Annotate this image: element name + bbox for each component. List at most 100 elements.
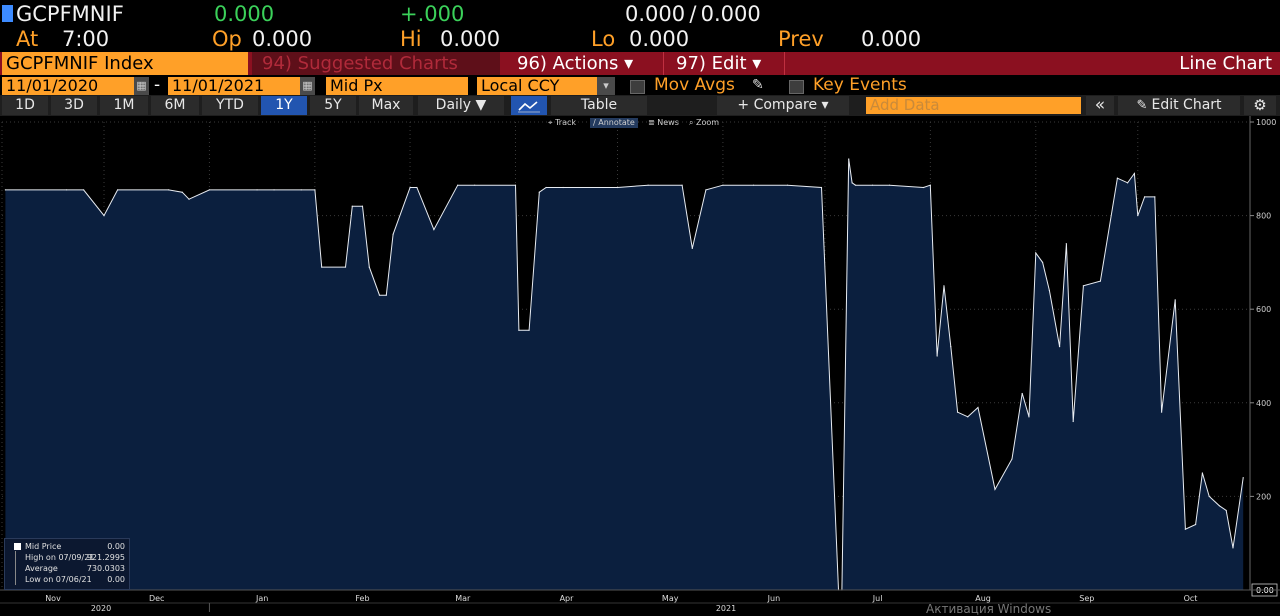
data-point [256,189,258,191]
high-label: Hi [400,27,422,51]
track-label: Track [555,118,576,127]
chart-type-label[interactable]: Line Chart [1179,52,1272,75]
data-point [1225,509,1227,512]
price-chart[interactable]: 200 400 600 800 1000 0.00 Nov Dec Jan Feb Mar Apr Ma… [0,116,1280,612]
end-date-field[interactable]: 11/01/2021 [168,77,300,95]
suggested-charts-button[interactable]: 94) Suggested Charts [252,52,500,75]
legend-mid-price-value: 0.00 [107,542,125,551]
data-point [361,205,364,207]
field-selector[interactable]: Mid Px [326,77,468,95]
data-point [1218,505,1220,507]
calendar-icon[interactable]: ▦ [134,77,149,95]
gear-icon[interactable]: ⚙ [1244,96,1276,115]
data-point [888,184,891,186]
data-point [1041,261,1044,263]
pencil-icon[interactable]: ✎ [752,76,764,95]
table-button[interactable]: Table [551,96,647,115]
ticker-symbol[interactable]: GCPFMNIF [16,1,124,27]
x-tick-label: Sep [1079,594,1094,603]
y-tick-label: 200 [1256,492,1271,501]
data-point [922,186,925,189]
x-tick-label: Mar [455,594,471,603]
range-max-button[interactable]: Max [359,96,413,115]
x-tick-label: Jun [767,594,781,603]
edit-chart-label: Edit Chart [1151,97,1222,113]
data-point [181,191,183,193]
x-tick-label: Jul [872,594,883,603]
data-point [681,184,683,186]
data-point [416,186,418,189]
mov-avgs-checkbox[interactable] [630,80,645,94]
data-point [300,189,302,191]
data-point [518,329,520,331]
prev-label: Prev [778,27,824,51]
data-point [273,189,275,191]
data-point [545,186,547,189]
data-point [943,285,945,287]
data-point [1058,346,1061,348]
zoom-tool[interactable]: ⌕ Zoom [689,118,719,128]
add-data-input[interactable]: Add Data [866,97,1081,114]
y-tick-label: 1000 [1256,118,1276,127]
data-point [392,233,394,235]
legend-mid-price-label: Mid Price [25,542,62,551]
data-point [1242,477,1244,479]
x-tick-label: Nov [45,594,61,603]
x-tick-label: Feb [355,594,369,603]
range-6m-button[interactable]: 6M [151,96,199,115]
data-point [1072,420,1074,423]
news-tool[interactable]: ≣ News [648,118,679,128]
data-point [950,346,952,348]
y-tick-label: 400 [1256,399,1271,408]
calendar-icon[interactable]: ▦ [300,77,315,95]
range-ytd-button[interactable]: YTD [202,96,258,115]
chevron-down-icon[interactable]: ▾ [597,77,615,95]
data-point [1184,528,1186,530]
data-point [1154,196,1156,198]
at-label: At [16,27,39,51]
annotate-tool[interactable]: ∕ Annotate [590,118,638,128]
data-point [368,266,370,268]
mov-avgs-label: Mov Avgs [654,75,735,95]
compare-button[interactable]: + Compare ▾ [717,96,849,115]
y-tick-label: 600 [1256,305,1271,314]
collapse-button[interactable]: « [1086,96,1114,115]
data-point [1232,547,1234,549]
key-events-checkbox[interactable] [789,80,804,94]
data-point [705,189,707,191]
security-field[interactable]: GCPFMNIF Index [2,52,248,75]
menu-bar: GCPFMNIF Index 94) Suggested Charts 96) … [0,52,1280,75]
range-3d-button[interactable]: 3D [51,96,97,115]
edit-chart-button[interactable]: ✎ Edit Chart [1118,96,1240,115]
menu-divider [663,52,664,75]
data-point [562,186,564,189]
track-tool[interactable]: ⌖ Track [548,118,576,128]
bid-ask: 0.000 / 0.000 [625,2,761,26]
data-point [66,189,68,191]
annotate-label: Annotate [598,118,635,127]
data-point [1082,285,1084,287]
params-bar: 11/01/2020 ▦ - 11/01/2021 ▦ Mid Px Local… [0,76,1280,95]
actions-menu[interactable]: 96) Actions ▾ [507,52,662,75]
line-chart-icon[interactable] [511,96,547,115]
data-point [752,184,755,186]
currency-selector[interactable]: Local CCY [477,77,597,95]
data-point [1194,523,1197,526]
frequency-selector[interactable]: Daily ▼ [418,96,504,115]
range-1d-button[interactable]: 1D [2,96,48,115]
news-label: News [657,118,679,127]
legend-low: Low on 07/06/21 0.00 [5,574,129,585]
range-1m-button[interactable]: 1M [100,96,148,115]
year-label: 2021 [716,604,736,612]
at-time: 7:00 [62,27,110,51]
key-events-label: Key Events [813,75,907,95]
edit-menu[interactable]: 97) Edit ▾ [666,52,782,75]
data-point [433,229,435,231]
series-swatch [14,543,21,550]
y-tick-label: 800 [1256,212,1271,221]
range-5y-button[interactable]: 5Y [310,96,356,115]
range-1y-button[interactable]: 1Y [261,96,307,115]
high-value: 0.000 [440,27,501,51]
data-point [314,189,316,191]
start-date-field[interactable]: 11/01/2020 [2,77,134,95]
